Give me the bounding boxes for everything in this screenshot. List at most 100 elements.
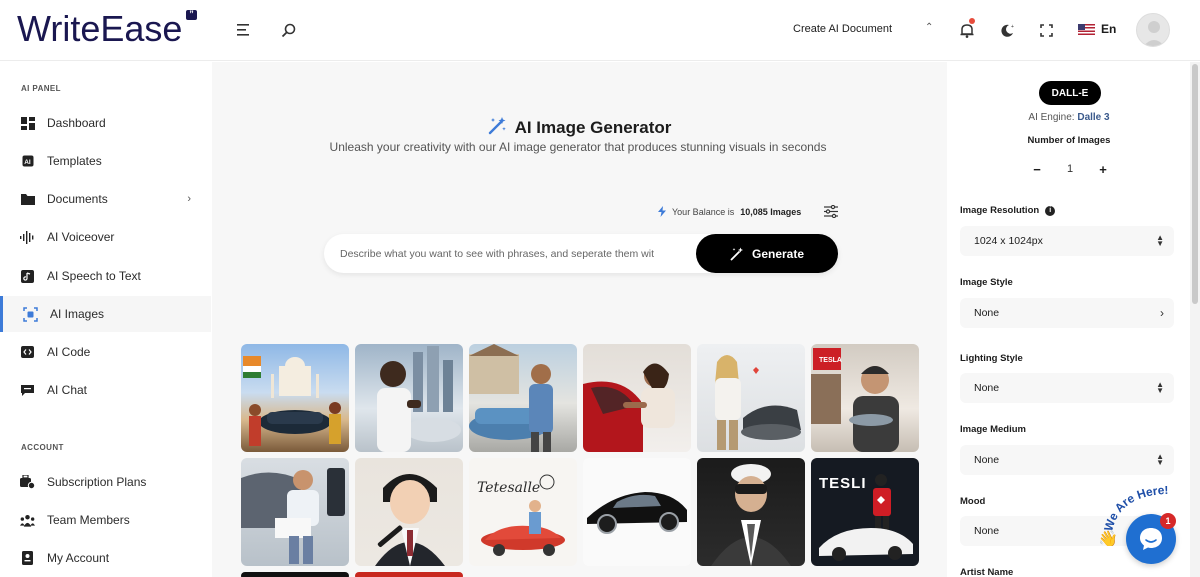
page-title: AI Image Generator [514, 118, 672, 137]
sidebar-item-templates[interactable]: AI Templates [0, 143, 211, 179]
sidebar-item-label: AI Images [50, 307, 105, 321]
generate-button[interactable]: Generate [696, 234, 838, 273]
sidebar-item-label: Team Members [47, 513, 130, 527]
search-icon[interactable] [277, 19, 299, 41]
engine-value: Dalle 3 [1077, 112, 1110, 123]
balance-indicator: Your Balance is 10,085 Images [658, 206, 801, 217]
logo-badge: ” [186, 10, 197, 20]
section-title-account: ACCOUNT [21, 443, 64, 452]
quantity-value[interactable]: 1 [1067, 163, 1073, 175]
prompt-input[interactable] [340, 234, 696, 273]
templates-icon: AI [20, 154, 35, 169]
resolution-label: Image Resolution [960, 205, 1040, 216]
info-icon[interactable]: i [1045, 205, 1056, 216]
gallery-image[interactable] [355, 344, 463, 452]
account-icon [20, 551, 35, 566]
gallery-image[interactable] [697, 458, 805, 566]
gallery-image[interactable] [241, 458, 349, 566]
section-title-ai-panel: AI PANEL [21, 84, 61, 93]
chevron-up-icon[interactable]: ⌃ [925, 22, 933, 33]
gallery-image[interactable]: TESLA [811, 344, 919, 452]
gallery-image[interactable]: TESLI [811, 458, 919, 566]
sidebar-item-my-account[interactable]: My Account [0, 540, 211, 576]
artist-label: Artist Name [960, 567, 1014, 577]
svg-text:TESLI: TESLI [819, 475, 867, 492]
gallery-image[interactable] [355, 458, 463, 566]
language-selector[interactable]: En [1078, 22, 1116, 36]
sort-caret-icon: ▲ ▼ [1156, 233, 1164, 248]
folder-icon [20, 192, 35, 207]
scrollbar[interactable] [1190, 62, 1200, 577]
settings-sliders-icon[interactable] [824, 204, 838, 219]
medium-label: Image Medium [960, 424, 1026, 435]
gallery-image[interactable] [583, 344, 691, 452]
sidebar-item-documents[interactable]: Documents › [0, 181, 211, 217]
prompt-bar: Generate [324, 234, 838, 273]
subscription-icon [20, 475, 35, 490]
svg-text:AI: AI [24, 159, 31, 166]
engine-prefix: AI Engine: [1028, 112, 1075, 123]
sidebar-item-team-members[interactable]: Team Members [0, 502, 211, 538]
us-flag-icon [1078, 23, 1095, 35]
lighting-value: None [974, 382, 1000, 394]
menu-toggle-icon[interactable] [233, 19, 255, 41]
sidebar-item-dashboard[interactable]: Dashboard [0, 105, 211, 141]
chevron-right-icon: › [187, 193, 191, 205]
gallery-image[interactable] [355, 572, 463, 577]
team-icon [20, 513, 35, 528]
gallery-image[interactable] [469, 344, 577, 452]
waveform-icon [20, 230, 35, 245]
sidebar-item-ai-chat[interactable]: AI Chat [0, 372, 211, 408]
sidebar-item-label: Templates [47, 154, 102, 168]
style-label: Image Style [960, 277, 1013, 288]
resolution-select[interactable]: 1024 x 1024px ▲ ▼ [960, 226, 1174, 256]
sidebar-item-label: Documents [47, 192, 108, 206]
gallery-image[interactable] [583, 458, 691, 566]
magic-wand-icon [488, 116, 507, 140]
logo[interactable]: WriteEase [17, 8, 182, 50]
svg-text:+: + [1011, 24, 1014, 30]
gallery-image[interactable] [697, 344, 805, 452]
engine-info: AI Engine: Dalle 3 [948, 112, 1190, 123]
main-content: AI Image Generator Unleash your creativi… [212, 62, 947, 577]
gallery-image[interactable] [241, 344, 349, 452]
medium-select[interactable]: None ▲ ▼ [960, 445, 1174, 475]
dark-mode-icon[interactable]: + [996, 19, 1018, 41]
engine-selector-button[interactable]: DALL-E [1039, 81, 1101, 105]
increment-button[interactable]: + [1096, 162, 1110, 177]
balance-prefix: Your Balance is [672, 206, 735, 217]
chat-unread-badge: 1 [1160, 513, 1176, 529]
fullscreen-icon[interactable] [1035, 19, 1057, 41]
lighting-select[interactable]: None ▲ ▼ [960, 373, 1174, 403]
decrement-button[interactable]: − [1030, 162, 1044, 177]
sidebar-item-ai-voiceover[interactable]: AI Voiceover [0, 219, 211, 255]
magic-wand-icon [730, 247, 743, 260]
generate-label: Generate [751, 246, 805, 261]
sidebar-item-ai-code[interactable]: AI Code [0, 334, 211, 370]
number-of-images-label: Number of Images [1027, 135, 1111, 146]
mood-value: None [974, 525, 1000, 537]
title-row: AI Image Generator [212, 116, 947, 140]
sort-caret-icon: ▲ ▼ [1156, 380, 1164, 395]
style-select[interactable]: None › [960, 298, 1174, 328]
sidebar-item-ai-speech-to-text[interactable]: AI Speech to Text [0, 258, 211, 294]
chevron-right-icon: › [1160, 306, 1164, 320]
avatar[interactable] [1136, 13, 1170, 47]
code-icon [20, 345, 35, 360]
svg-text:Tetesalle: Tetesalle [477, 480, 540, 496]
chat-icon [20, 383, 35, 398]
create-document-button[interactable]: Create AI Document [793, 23, 892, 35]
sidebar-item-ai-images[interactable]: AI Images [0, 296, 211, 332]
sidebar-item-label: AI Voiceover [47, 230, 115, 244]
style-value: None [974, 307, 1000, 319]
speech-icon [20, 269, 35, 284]
sidebar-item-label: AI Code [47, 345, 91, 359]
scrollbar-thumb[interactable] [1192, 64, 1198, 304]
gallery-image[interactable] [241, 572, 349, 577]
dashboard-icon [20, 116, 35, 131]
sidebar-item-subscription-plans[interactable]: Subscription Plans [0, 464, 211, 500]
notification-dot [969, 18, 975, 24]
image-icon [23, 306, 38, 322]
gallery-image[interactable]: Tetesalle [469, 458, 577, 566]
sidebar-item-label: AI Chat [47, 383, 88, 397]
